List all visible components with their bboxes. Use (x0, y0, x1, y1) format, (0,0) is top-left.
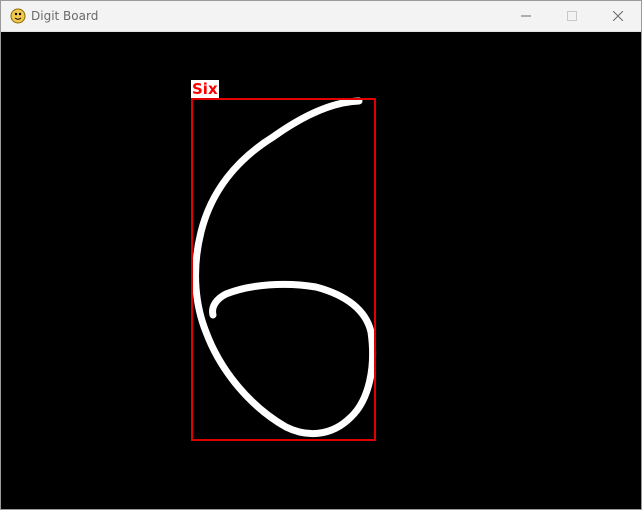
minimize-button[interactable] (503, 1, 549, 31)
title-bar[interactable]: Digit Board (1, 1, 641, 32)
app-window: Digit Board Six (0, 0, 642, 510)
drawing-canvas[interactable]: Six (1, 32, 641, 509)
prediction-bounding-box (191, 98, 376, 441)
window-title: Digit Board (31, 9, 99, 23)
close-button[interactable] (595, 1, 641, 31)
close-icon (613, 11, 623, 21)
minimize-icon (521, 15, 531, 17)
prediction-label: Six (191, 80, 219, 98)
maximize-icon (567, 11, 577, 21)
maximize-button[interactable] (549, 1, 595, 31)
python-snake-icon (10, 8, 26, 24)
